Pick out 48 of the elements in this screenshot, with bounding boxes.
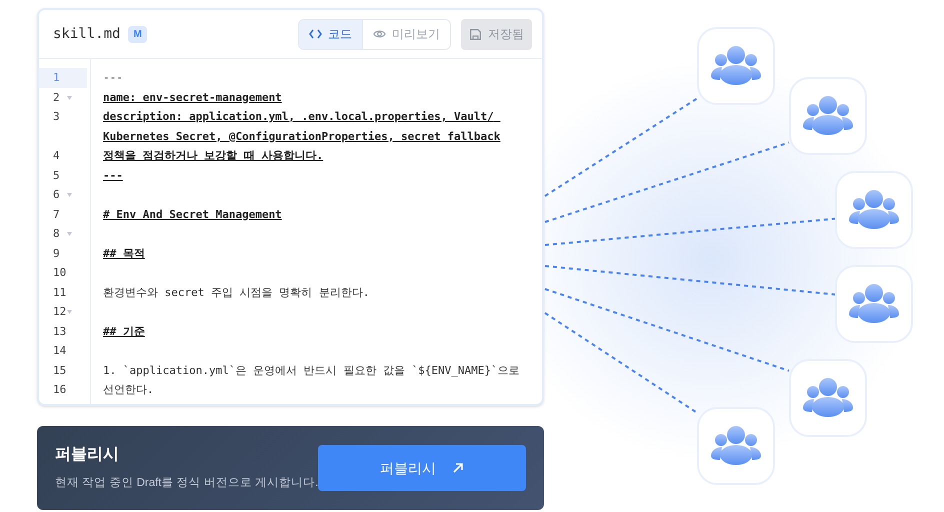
people-icon xyxy=(802,96,854,136)
line-number: 10 xyxy=(52,265,68,281)
line-number: 12 xyxy=(52,304,67,320)
line-number: 11 xyxy=(52,284,68,300)
eye-icon xyxy=(373,29,386,39)
line-number: 3 xyxy=(52,109,61,125)
people-icon xyxy=(848,190,900,230)
modified-badge: M xyxy=(128,26,147,42)
code-line: 선언한다. xyxy=(103,383,154,396)
fold-caret-icon[interactable] xyxy=(67,310,72,314)
code-line: --- xyxy=(103,168,123,182)
line-number: 5 xyxy=(52,168,61,184)
code-line: 환경변수와 secret 주입 시점을 명확히 분리한다. xyxy=(103,286,370,298)
heading-line: # Env And Secret Management xyxy=(103,208,282,220)
heading-line: ## 기준 xyxy=(103,324,145,338)
code-line: name: env-secret-management xyxy=(103,90,282,104)
people-icon xyxy=(710,46,762,86)
publish-button[interactable]: 퍼블리시 xyxy=(318,445,526,491)
code-line: 정책을 점검하거나 보강할 때 사용합니다. xyxy=(103,149,324,162)
code-line: description: application.yml, .env.local.properties, Vault/ Kubernetes Secret, @ConfigurationProperties, secret fallback xyxy=(103,110,500,142)
line-number: 13 xyxy=(52,324,68,340)
line-number: 1 xyxy=(39,68,87,88)
line-number: 8 xyxy=(52,226,61,242)
publish-title: 퍼블리시 xyxy=(55,445,120,466)
code-line: --- xyxy=(103,71,123,84)
heading-line: ## 목적 xyxy=(103,246,145,260)
line-number: 16 xyxy=(52,382,68,398)
people-icon xyxy=(848,284,900,324)
line-number: 14 xyxy=(52,343,68,359)
save-icon xyxy=(469,28,482,40)
file-name: skill.md xyxy=(53,24,120,44)
view-tab[interactable]: 코드 xyxy=(299,20,362,48)
fold-caret-icon[interactable] xyxy=(67,232,72,236)
line-number: 15 xyxy=(52,362,68,378)
line-number: 2 xyxy=(52,90,61,106)
view-tab[interactable]: 미리보기 xyxy=(362,20,450,48)
people-icon xyxy=(710,426,762,466)
line-number: 9 xyxy=(52,246,61,262)
code-icon xyxy=(309,29,322,39)
code-line: 1. `application.yml`은 운영에서 반드시 필요한 값을 `${ENV_NAME}`으로 xyxy=(103,364,520,376)
publish-description: 현재 작업 중인 Draft를 정식 버전으로 게시합니다. xyxy=(55,476,318,492)
line-number: 7 xyxy=(52,206,61,222)
fold-caret-icon[interactable] xyxy=(67,96,72,100)
fold-caret-icon[interactable] xyxy=(67,193,72,197)
line-number: 6 xyxy=(52,187,61,203)
line-number: 4 xyxy=(52,148,61,164)
arrow-up-right-icon xyxy=(452,462,464,474)
people-icon xyxy=(802,378,854,418)
